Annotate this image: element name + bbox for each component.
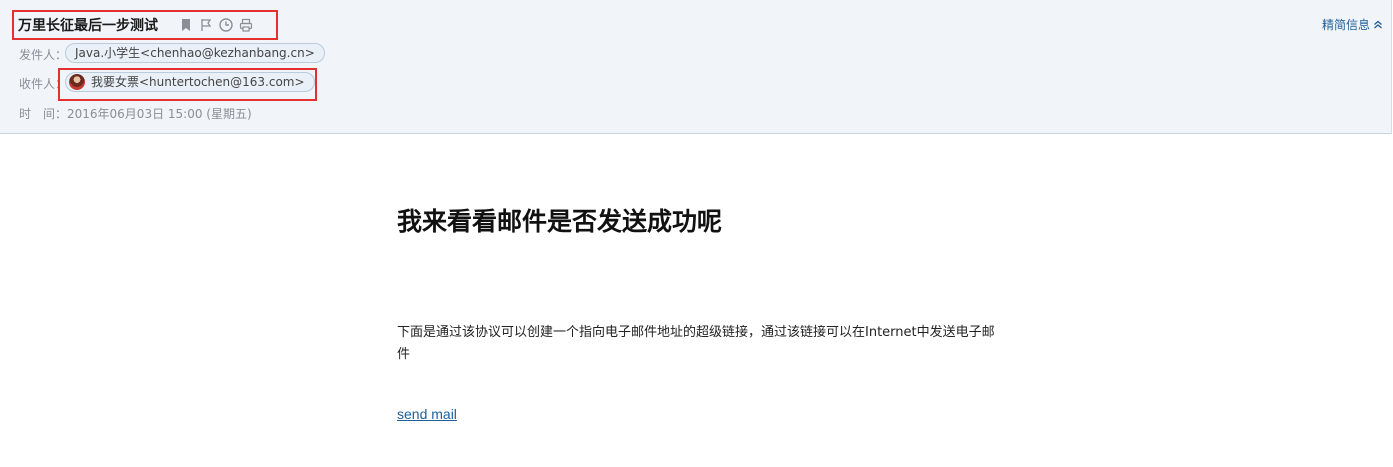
- mail-header: 万里长征最后一步测试 精简信息 发件人： Java.小学生<chenhao@ke…: [0, 0, 1392, 134]
- sender-address: Java.小学生<chenhao@kezhanbang.cn>: [75, 46, 315, 60]
- mail-timestamp: 2016年06月03日 15:00 (星期五): [67, 107, 252, 121]
- chevron-up-icon: [1373, 18, 1383, 32]
- toggle-details-link[interactable]: 精简信息: [1322, 16, 1383, 33]
- time-label: 时 间：: [19, 107, 68, 121]
- mail-body: 我来看看邮件是否发送成功呢 下面是通过该协议可以创建一个指向电子邮件地址的超级链…: [0, 134, 1393, 467]
- subject-highlight-box: [12, 10, 278, 40]
- mail-paragraph: 下面是通过该协议可以创建一个指向电子邮件地址的超级链接，通过该链接可以在Inte…: [397, 325, 995, 362]
- recipient-highlight-box: [58, 68, 317, 101]
- mail-headline: 我来看看邮件是否发送成功呢: [397, 207, 723, 236]
- sender-chip[interactable]: Java.小学生<chenhao@kezhanbang.cn>: [65, 43, 325, 63]
- send-mail-link[interactable]: send mail: [397, 406, 457, 422]
- sender-label: 发件人：: [19, 48, 68, 62]
- toggle-details-label: 精简信息: [1321, 18, 1370, 32]
